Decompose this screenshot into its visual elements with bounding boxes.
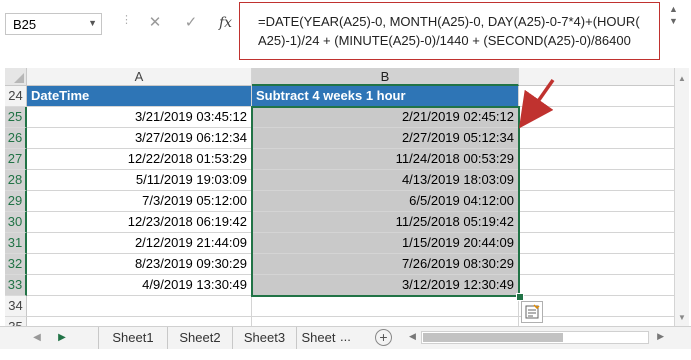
fill-handle[interactable] [516,293,524,301]
row-header[interactable]: 25 [5,107,27,128]
formula-line-1: =DATE(YEAR(A25)-0, MONTH(A25)-0, DAY(A25… [258,14,640,29]
previous-sheet-icon[interactable]: ◀ [30,330,44,346]
sheet-tab-3[interactable]: Sheet3 [233,327,297,349]
more-sheets-button[interactable]: ... [340,327,360,349]
row-header[interactable]: 24 [5,86,27,107]
grip-icon[interactable]: ⋮ [121,15,132,31]
scroll-down-icon[interactable]: ▼ [678,313,686,322]
row-header[interactable]: 29 [5,191,27,212]
select-all-button[interactable] [5,68,27,86]
table-cell-result[interactable]: 2/27/2019 05:12:34 [252,128,519,149]
row-header[interactable]: 32 [5,254,27,275]
empty-cell[interactable] [519,191,675,212]
add-sheet-icon[interactable]: + [375,329,392,346]
table-cell-datetime[interactable]: 3/21/2019 03:45:12 [27,107,252,128]
empty-cell[interactable] [519,170,675,191]
scroll-right-icon[interactable]: ▶ [657,331,664,342]
formula-bar-scroll[interactable]: ▲ ▼ [666,4,682,60]
table-cell-datetime[interactable]: 7/3/2019 05:12:00 [27,191,252,212]
header-cell-datetime[interactable]: DateTime [27,86,252,107]
table-cell-result[interactable]: 6/5/2019 04:12:00 [252,191,519,212]
empty-cell[interactable] [519,212,675,233]
table-cell-result[interactable]: 1/15/2019 20:44:09 [252,233,519,254]
table-cell-result[interactable]: 4/13/2019 18:03:09 [252,170,519,191]
table-cell-datetime[interactable]: 4/9/2019 13:30:49 [27,275,252,296]
column-header-c[interactable] [519,68,675,86]
table-cell-datetime[interactable]: 2/12/2019 21:44:09 [27,233,252,254]
formula-line-2: A25)-1)/24 + (MINUTE(A25)-0)/1440 + (SEC… [258,33,631,48]
cancel-icon[interactable]: ✕ [144,12,166,34]
row-header[interactable]: 27 [5,149,27,170]
table-cell-datetime[interactable]: 12/22/2018 01:53:29 [27,149,252,170]
row-header[interactable]: 34 [5,296,27,317]
row-header[interactable]: 30 [5,212,27,233]
scroll-up-icon[interactable]: ▲ [678,74,686,83]
empty-cell[interactable] [27,296,252,317]
formula-input[interactable]: =DATE(YEAR(A25)-0, MONTH(A25)-0, DAY(A25… [239,2,660,60]
empty-cell[interactable] [519,86,675,107]
table-cell-datetime[interactable]: 5/11/2019 19:03:09 [27,170,252,191]
empty-cell[interactable] [519,275,675,296]
name-box-value: B25 [13,17,37,32]
formula-bar: B25 ▼ ⋮ ✕ ✓ fx =DATE(YEAR(A25)-0, MONTH(… [0,0,691,68]
sheet-tabs-bar: ◀ ▶ Sheet1 Sheet2 Sheet3 Sheet ... + ◀ ▶ [0,326,691,349]
enter-icon[interactable]: ✓ [180,12,202,34]
column-header-b[interactable]: B [252,68,519,86]
row-header[interactable]: 26 [5,128,27,149]
worksheet-grid: A B 24 DateTime Subtract 4 weeks 1 hour 25 3… [0,68,691,338]
next-sheet-icon[interactable]: ▶ [55,330,69,346]
sheet-tab-1[interactable]: Sheet1 [98,327,168,349]
row-header[interactable]: 28 [5,170,27,191]
empty-cell[interactable] [519,107,675,128]
sheet-tab-2[interactable]: Sheet2 [168,327,233,349]
empty-cell[interactable] [519,254,675,275]
status-strip [0,349,691,360]
table-cell-datetime[interactable]: 12/23/2018 06:19:42 [27,212,252,233]
chevron-down-icon[interactable]: ▼ [669,16,678,26]
name-box[interactable]: B25 ▼ [5,13,102,35]
row-header[interactable]: 31 [5,233,27,254]
table-cell-result[interactable]: 11/25/2018 05:19:42 [252,212,519,233]
table-cell-result[interactable]: 7/26/2019 08:30:29 [252,254,519,275]
table-cell-result[interactable]: 3/12/2019 12:30:49 [252,275,519,296]
insert-function-icon[interactable]: fx [219,12,241,34]
vertical-scrollbar[interactable]: ▲ ▼ [675,68,689,326]
column-header-a[interactable]: A [27,68,252,86]
chevron-up-icon[interactable]: ▲ [669,4,678,14]
empty-cell[interactable] [252,296,519,317]
empty-cell[interactable] [519,233,675,254]
table-cell-result[interactable]: 2/21/2019 02:45:12 [252,107,519,128]
row-header[interactable]: 33 [5,275,27,296]
sheet-tab-4[interactable]: Sheet [297,327,340,349]
chevron-down-icon[interactable]: ▼ [88,18,97,28]
empty-cell[interactable] [519,149,675,170]
horizontal-scrollbar[interactable]: ◀ ▶ [409,329,666,346]
table-cell-datetime[interactable]: 3/27/2019 06:12:34 [27,128,252,149]
scroll-left-icon[interactable]: ◀ [409,331,416,342]
empty-cell[interactable] [519,128,675,149]
scrollbar-thumb[interactable] [423,333,563,342]
table-cell-datetime[interactable]: 8/23/2019 09:30:29 [27,254,252,275]
table-cell-result[interactable]: 11/24/2018 00:53:29 [252,149,519,170]
header-cell-result[interactable]: Subtract 4 weeks 1 hour [252,86,519,107]
quick-analysis-icon[interactable] [521,301,543,323]
